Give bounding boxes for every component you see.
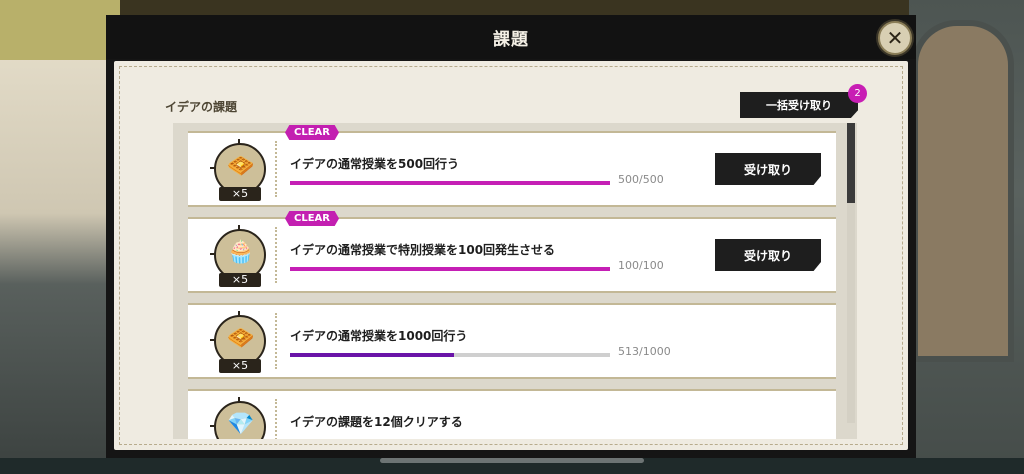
bulk-receive-button[interactable]: 一括受け取り	[740, 92, 858, 118]
task-row: CLEAR 🧁 ×5 イデアの通常授業で特別授業を100回発生させる 100/1…	[188, 211, 836, 293]
receive-button-label: 受け取り	[743, 162, 792, 177]
progress-bar	[290, 181, 610, 185]
task-list[interactable]: CLEAR 🧇 ×5 イデアの通常授業を500回行う 500/500 受け取り	[173, 123, 857, 439]
progress-bar	[290, 353, 610, 357]
reward-frame: 💎	[210, 397, 266, 439]
row-divider	[275, 313, 277, 369]
close-icon: ✕	[886, 26, 904, 50]
scrollbar-thumb[interactable]	[847, 123, 855, 203]
dialog-title: 課題	[493, 29, 529, 50]
progress-bar-fill	[290, 267, 610, 271]
progress-bar	[290, 267, 610, 271]
reward-count: ×5	[219, 187, 261, 201]
progress-text: 100/100	[618, 259, 664, 272]
close-button[interactable]: ✕	[878, 21, 912, 55]
row-divider	[275, 141, 277, 197]
reward-icon: 🧇 ×5	[210, 139, 266, 201]
list-scrollbar[interactable]	[847, 123, 855, 423]
row-divider	[275, 227, 277, 283]
clear-tag: CLEAR	[285, 125, 339, 140]
receive-button[interactable]: 受け取り	[715, 239, 821, 271]
task-row: 🧇 ×5 イデアの通常授業を1000回行う 513/1000	[188, 303, 836, 379]
section-title: イデアの課題	[165, 100, 238, 114]
waffle-icon: 🧇	[227, 154, 255, 179]
task-label: イデアの通常授業で特別授業を100回発生させる	[290, 243, 556, 257]
task-label: イデアの通常授業を500回行う	[290, 157, 460, 171]
reward-icon: 💎	[210, 397, 266, 439]
progress-bar-fill	[290, 353, 455, 357]
cupcake-icon: 🧁	[227, 240, 255, 265]
background-top	[120, 0, 909, 16]
task-row: 💎 イデアの課題を12個クリアする	[188, 389, 836, 439]
row-divider	[275, 399, 277, 439]
task-label: イデアの通常授業を1000回行う	[290, 329, 468, 343]
reward-count: ×5	[219, 273, 261, 287]
progress-text: 500/500	[618, 173, 664, 186]
bulk-receive-badge: 2	[848, 84, 867, 103]
reward-count: ×5	[219, 359, 261, 373]
dialog-header: 課題 ✕	[106, 15, 916, 59]
reward-icon: 🧁 ×5	[210, 225, 266, 287]
purple-gem-icon: 💎	[227, 412, 255, 437]
waffle-icon: 🧇	[227, 326, 255, 351]
background-left-wall	[0, 0, 120, 474]
receive-button-label: 受け取り	[743, 248, 792, 263]
tasks-panel: イデアの課題 一括受け取り 2 CLEAR 🧇 ×5 イデアの通常授業を500回…	[114, 61, 908, 450]
background-left-top	[0, 0, 120, 60]
bulk-receive-label: 一括受け取り	[766, 99, 832, 112]
home-indicator	[380, 458, 644, 463]
clear-tag: CLEAR	[285, 211, 339, 226]
receive-button[interactable]: 受け取り	[715, 153, 821, 185]
task-row: CLEAR 🧇 ×5 イデアの通常授業を500回行う 500/500 受け取り	[188, 125, 836, 207]
reward-icon: 🧇 ×5	[210, 311, 266, 373]
tasks-dialog: 課題 ✕ イデアの課題 一括受け取り 2 CLEAR 🧇 ×5 イデアの通常授業…	[106, 15, 916, 458]
task-label: イデアの課題を12個クリアする	[290, 415, 463, 429]
progress-text: 513/1000	[618, 345, 671, 358]
progress-bar-fill	[290, 181, 610, 185]
background-arch-door	[912, 20, 1014, 362]
